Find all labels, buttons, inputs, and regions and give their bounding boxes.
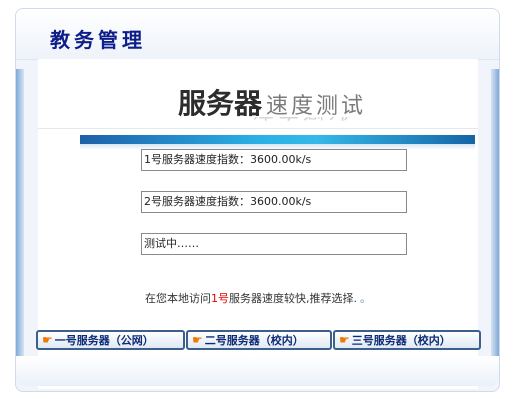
frame-right-edge <box>491 69 499 369</box>
note-server: 1号 <box>211 292 229 305</box>
server1-button-label: 一号服务器（公网） <box>54 334 154 347</box>
top-bar: 教务管理 <box>16 9 499 60</box>
frame-left-edge <box>16 69 24 369</box>
note-tail: 。 <box>360 292 371 305</box>
server1-speed-field: 1号服务器速度指数：3600.00k/s <box>141 149 407 171</box>
accent-bar <box>80 135 475 144</box>
page-heading: 服务器 速度测试 <box>178 82 366 122</box>
app-title: 教务管理 <box>50 28 146 52</box>
server2-speed-field: 2号服务器速度指数：3600.00k/s <box>141 191 407 213</box>
note-suffix: 服务器速度较快,推荐选择. <box>229 292 357 305</box>
server3-button[interactable]: ☛ 三号服务器（校内） <box>333 330 481 350</box>
divider <box>38 128 478 129</box>
note-prefix: 在您本地访问 <box>145 292 211 305</box>
pointing-hand-icon: ☛ <box>339 333 350 347</box>
server1-button[interactable]: ☛ 一号服务器（公网） <box>36 330 185 350</box>
server3-button-label: 三号服务器（校内） <box>351 334 451 347</box>
heading-sub: 速度测试 <box>266 94 367 119</box>
recommendation-note: 在您本地访问1号服务器速度较快,推荐选择.。 <box>38 290 478 306</box>
server3-speed-field: 测试中…… <box>141 233 407 255</box>
pointing-hand-icon: ☛ <box>42 333 53 347</box>
server2-button[interactable]: ☛ 二号服务器（校内） <box>186 330 332 350</box>
heading-main: 服务器 <box>178 87 263 120</box>
server2-button-label: 二号服务器（校内） <box>204 334 304 347</box>
pointing-hand-icon: ☛ <box>192 333 203 347</box>
footer-area <box>16 356 499 386</box>
heading-reflection: 速度测试 <box>252 117 352 127</box>
